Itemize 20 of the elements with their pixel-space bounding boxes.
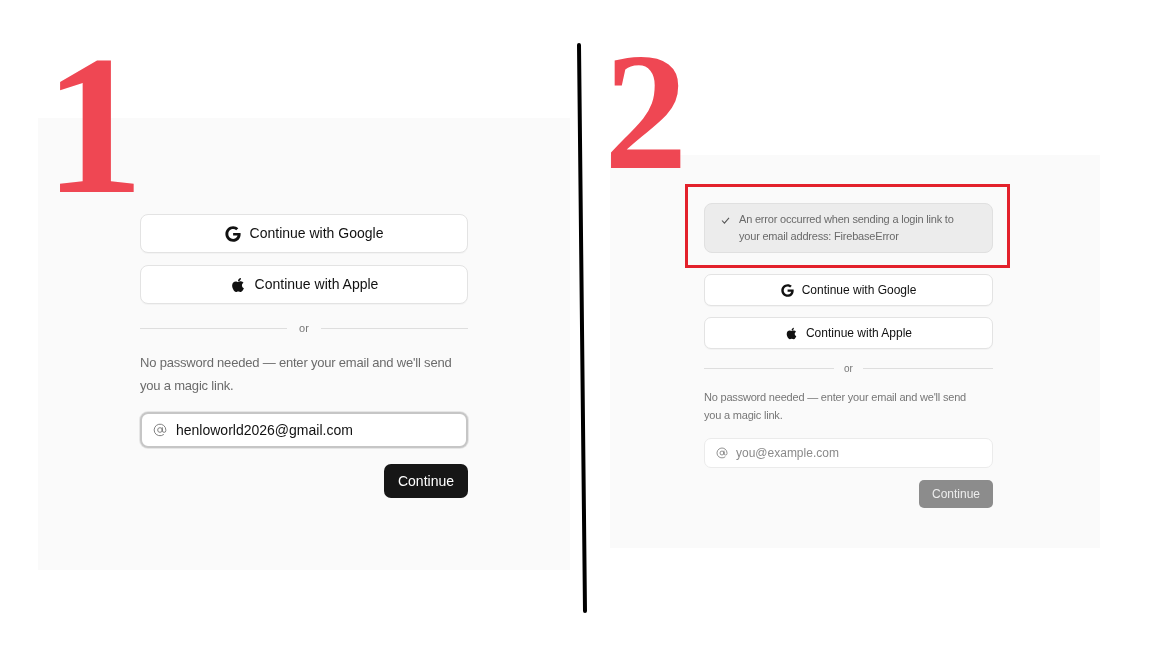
- instruction-text: No password needed — enter your email and we'll send you a magic link.: [140, 354, 453, 395]
- at-sign-icon: [716, 447, 728, 459]
- alert-message: An error occurred when sending a login link to your email address: FirebaseError: [704, 203, 993, 253]
- g-logo-icon: [780, 283, 794, 297]
- apple-sign-in-button[interactable]: Continue with Apple: [704, 317, 993, 349]
- check-icon: [721, 217, 730, 224]
- google-sign-in-button[interactable]: Continue with Google: [140, 214, 468, 253]
- apple-sign-in-button[interactable]: Continue with Apple: [140, 265, 468, 304]
- apple-icon: [229, 276, 246, 293]
- apple-icon: [784, 326, 798, 340]
- email-field[interactable]: you@example.com: [704, 438, 993, 468]
- instruction-text: No password needed — enter your email and we'll send you a magic link.: [704, 390, 967, 423]
- email-field[interactable]: henloworld2026@gmail.com: [140, 412, 468, 448]
- google-sign-in-button[interactable]: Continue with Google: [704, 274, 993, 306]
- step-number: 2: [604, 28, 688, 195]
- g-logo-icon: [224, 225, 241, 242]
- divider-label: or: [299, 320, 309, 336]
- continue-button[interactable]: Continue: [384, 464, 468, 498]
- divider-label: or: [844, 361, 853, 376]
- at-sign-icon: [153, 423, 167, 437]
